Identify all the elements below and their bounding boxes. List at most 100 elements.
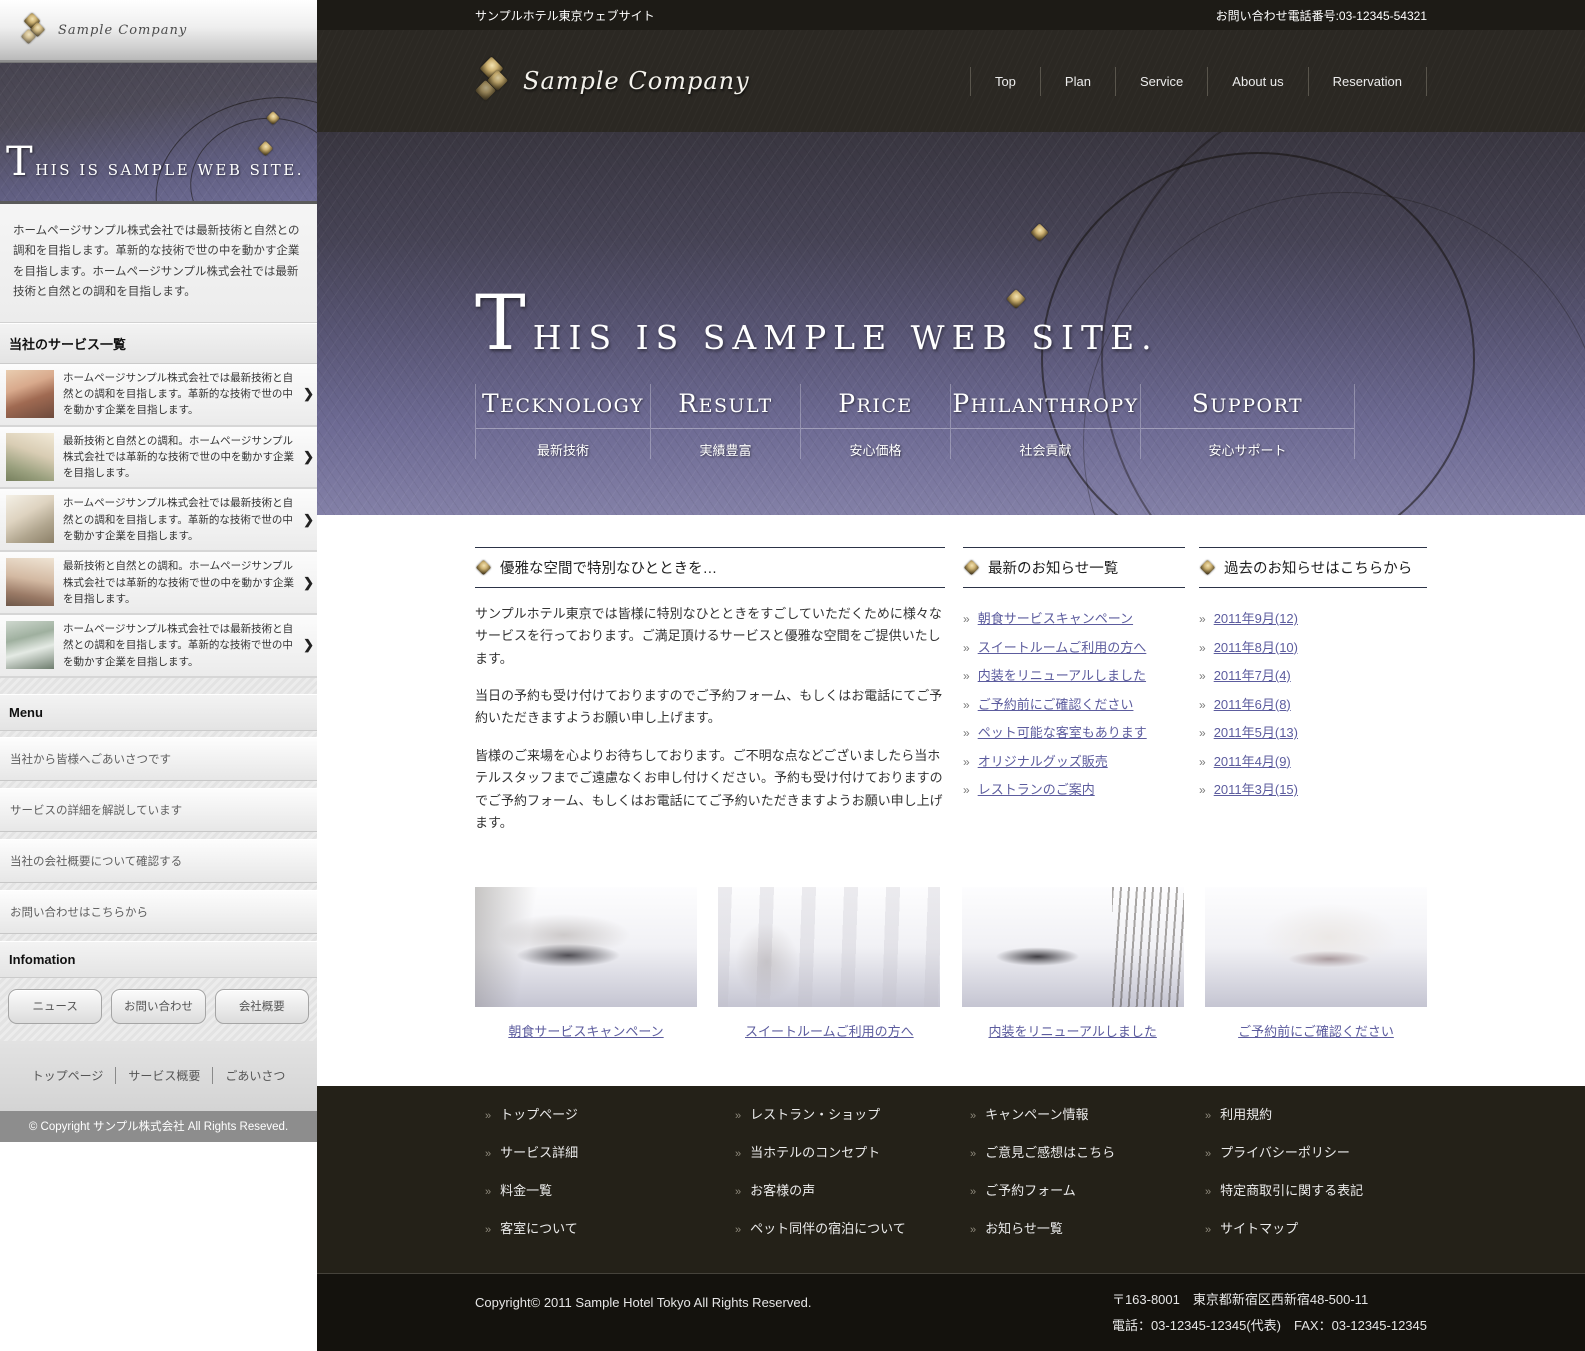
footer-link[interactable]: ご予約フォーム [985, 1180, 1076, 1199]
sidebar-bottom-link[interactable]: トップページ [20, 1067, 116, 1084]
gallery-item: 内装をリニューアルしました [962, 887, 1184, 1040]
footer-link-item: » ご意見ご感想はこちら [960, 1137, 1195, 1166]
news-link[interactable]: 内装をリニューアルしました [978, 665, 1146, 684]
header-logo[interactable]: Sample Company [475, 60, 750, 102]
archive-column: 過去のお知らせはこちらから » 2011年9月(12) » 2011年8月(10… [1199, 547, 1427, 808]
gallery-caption-link[interactable]: 内装をリニューアルしました [988, 1024, 1156, 1039]
archive-link[interactable]: 2011年3月(15) [1214, 779, 1298, 798]
double-arrow-icon: » [963, 783, 970, 797]
gallery-photo[interactable] [962, 887, 1184, 1007]
service-description: ホームページサンプル株式会社では最新技術と自然との調和を目指します。革新的な技術… [63, 621, 311, 670]
news-link[interactable]: レストランのご案内 [978, 779, 1095, 798]
double-arrow-icon: » [735, 1110, 741, 1122]
sidebar-menu-item[interactable]: サービスの詳細を解説しています [0, 788, 317, 832]
archive-link[interactable]: 2011年7月(4) [1214, 665, 1291, 684]
footer-link[interactable]: ペット同伴の宿泊について [750, 1218, 906, 1237]
service-thumbnail-image [6, 558, 54, 606]
sidebar-bottom-link[interactable]: ごあいさつ [212, 1067, 297, 1084]
news-list-item: » 朝食サービスキャンペーン [963, 608, 1185, 627]
gallery-item: ご予約前にご確認ください [1205, 887, 1427, 1040]
info-pill-button[interactable]: お問い合わせ [111, 989, 205, 1024]
double-arrow-icon: » [970, 1110, 976, 1122]
double-arrow-icon: » [485, 1186, 491, 1198]
sidebar-services-list: ホームページサンプル株式会社では最新技術と自然との調和を目指します。革新的な技術… [0, 364, 317, 678]
footer-link-item: » ご予約フォーム [960, 1175, 1195, 1204]
news-list-item: » ペット可能な客室もあります [963, 722, 1185, 741]
news-link[interactable]: オリジナルグッズ販売 [978, 751, 1108, 770]
footer-link[interactable]: サービス詳細 [500, 1142, 578, 1161]
news-link[interactable]: スイートルームご利用の方へ [978, 637, 1147, 656]
footer-link[interactable]: プライバシーポリシー [1220, 1142, 1350, 1161]
archive-link[interactable]: 2011年9月(12) [1214, 608, 1298, 627]
topbar: サンプルホテル東京ウェブサイト お問い合わせ電話番号:03-12345-5432… [317, 0, 1585, 30]
footer-link[interactable]: お知らせ一覧 [985, 1218, 1063, 1237]
news-link[interactable]: ペット可能な客室もあります [978, 722, 1147, 741]
sidebar-logo[interactable]: Sample Company [0, 0, 317, 62]
sidebar-service-item[interactable]: 最新技術と自然との調和。ホームページサンプル株式会社では革新的な技術で世の中を動… [0, 552, 317, 615]
news-list-item: » オリジナルグッズ販売 [963, 751, 1185, 770]
welcome-paragraph: サンプルホテル東京では皆様に特別なひとときをすごしていただくために様々なサービス… [475, 603, 945, 670]
gallery-caption-link[interactable]: 朝食サービスキャンペーン [508, 1024, 663, 1039]
gallery-caption-link[interactable]: ご予約前にご確認ください [1238, 1024, 1394, 1039]
gallery-caption-link[interactable]: スイートルームご利用の方へ [745, 1024, 914, 1039]
main-area: サンプルホテル東京ウェブサイト お問い合わせ電話番号:03-12345-5432… [317, 0, 1585, 1351]
info-pill-button[interactable]: ニュース [8, 989, 102, 1024]
gallery-photo[interactable] [718, 887, 940, 1007]
nav-link[interactable]: Reservation [1308, 67, 1427, 96]
footer-link[interactable]: 料金一覧 [500, 1180, 552, 1199]
gallery-photo[interactable] [1205, 887, 1427, 1007]
feature-title-ja: 最新技術 [476, 429, 650, 459]
footer-link[interactable]: サイトマップ [1220, 1218, 1298, 1237]
content-area: 優雅な空間で特別なひとときを… サンプルホテル東京では皆様に特別なひとときをすご… [317, 515, 1585, 1086]
footer-link[interactable]: お客様の声 [750, 1180, 815, 1199]
sidebar-service-item[interactable]: ホームページサンプル株式会社では最新技術と自然との調和を目指します。革新的な技術… [0, 364, 317, 427]
nav-link[interactable]: Top [970, 67, 1040, 96]
sidebar-service-item[interactable]: 最新技術と自然との調和。ホームページサンプル株式会社では革新的な技術で世の中を動… [0, 427, 317, 490]
chevron-right-icon: ❯ [303, 575, 314, 591]
archive-link[interactable]: 2011年6月(8) [1214, 694, 1291, 713]
gallery-photo[interactable] [475, 887, 697, 1007]
archive-heading-text: 過去のお知らせはこちらから [1224, 557, 1412, 578]
archive-link[interactable]: 2011年4月(9) [1214, 751, 1291, 770]
double-arrow-icon: » [735, 1224, 741, 1236]
nav-link[interactable]: Plan [1040, 67, 1115, 96]
news-link[interactable]: ご予約前にご確認ください [978, 694, 1134, 713]
double-arrow-icon: » [1205, 1224, 1211, 1236]
double-arrow-icon: » [970, 1148, 976, 1160]
archive-link[interactable]: 2011年5月(13) [1214, 722, 1298, 741]
footer-link[interactable]: 客室について [500, 1218, 578, 1237]
sidebar-menu-item[interactable]: お問い合わせはこちらから [0, 890, 317, 934]
archive-link[interactable]: 2011年8月(10) [1214, 637, 1298, 656]
footer-link[interactable]: 特定商取引に関する表記 [1220, 1180, 1363, 1199]
sidebar-service-item[interactable]: ホームページサンプル株式会社では最新技術と自然との調和を目指します。革新的な技術… [0, 489, 317, 552]
news-link[interactable]: 朝食サービスキャンペーン [978, 608, 1133, 627]
archive-list-item: » 2011年9月(12) [1199, 608, 1427, 627]
footer-link[interactable]: キャンペーン情報 [985, 1104, 1088, 1123]
news-list: » 朝食サービスキャンペーン » スイートルームご利用の方へ » 内装をリニュー… [963, 608, 1185, 798]
gem-bullet-icon [476, 560, 492, 576]
info-pill-button[interactable]: 会社概要 [215, 989, 309, 1024]
welcome-column: 優雅な空間で特別なひとときを… サンプルホテル東京では皆様に特別なひとときをすご… [475, 547, 945, 849]
service-thumbnail-image [6, 495, 54, 543]
double-arrow-icon: » [963, 726, 970, 740]
footer-link-item: » 利用規約 [1195, 1099, 1427, 1128]
footer-link[interactable]: トップページ [500, 1104, 578, 1123]
hero-feature-row: Tecknology 最新技術 Result 実績豊富 Price 安心価格 P… [475, 384, 1355, 459]
footer-column-4: » 利用規約 » プライバシーポリシー » 特定商取引に関する表記 » [1195, 1099, 1427, 1251]
footer-link[interactable]: レストラン・ショップ [750, 1104, 880, 1123]
footer-link[interactable]: 当ホテルのコンセプト [750, 1142, 880, 1161]
sidebar-bottom-link[interactable]: サービス概要 [115, 1067, 212, 1084]
service-description: 最新技術と自然との調和。ホームページサンプル株式会社では革新的な技術で世の中を動… [63, 433, 311, 482]
double-arrow-icon: » [1205, 1148, 1211, 1160]
footer-link[interactable]: 利用規約 [1220, 1104, 1272, 1123]
sidebar-menu-item[interactable]: 当社から皆様へごあいさつです [0, 737, 317, 781]
nav-link[interactable]: Service [1115, 67, 1207, 96]
sidebar-menu-item[interactable]: 当社の会社概要について確認する [0, 839, 317, 883]
nav-link[interactable]: About us [1207, 67, 1307, 96]
footer-link-item: » 客室について [475, 1213, 725, 1242]
footer-link[interactable]: ご意見ご感想はこちら [985, 1142, 1115, 1161]
feature-title-en: Support [1141, 384, 1354, 429]
sidebar-service-item[interactable]: ホームページサンプル株式会社では最新技術と自然との調和を目指します。革新的な技術… [0, 615, 317, 678]
news-list-item: » ご予約前にご確認ください [963, 694, 1185, 713]
footer-link-item: » ペット同伴の宿泊について [725, 1213, 960, 1242]
